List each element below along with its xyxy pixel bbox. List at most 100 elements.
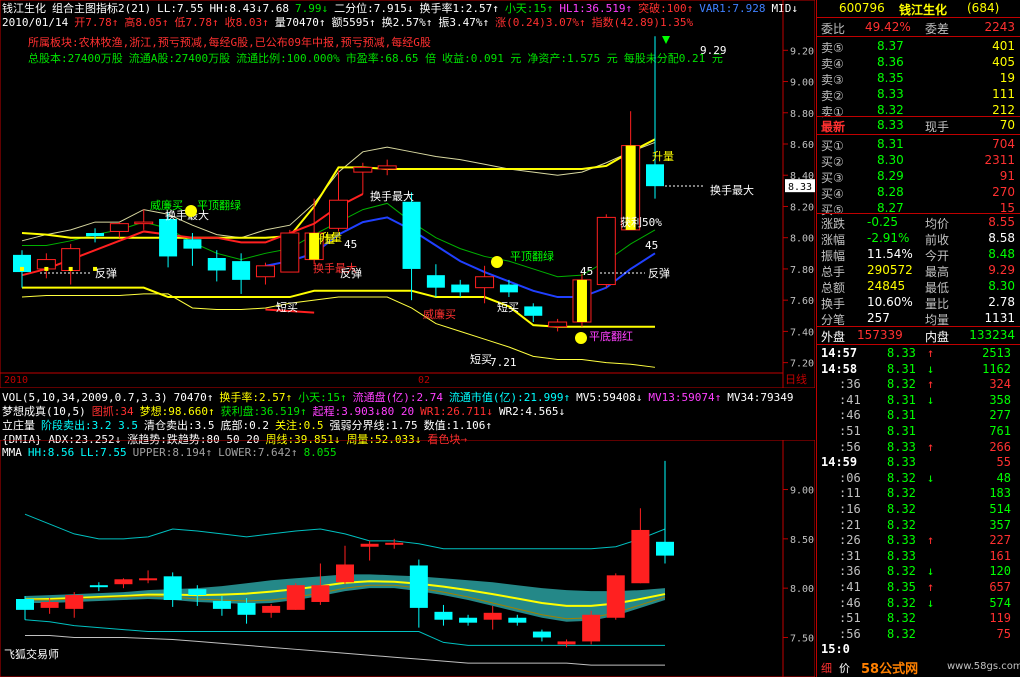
main-candlestick-chart[interactable]: 9.209.008.808.608.408.208.007.807.607.40…	[0, 0, 815, 388]
panel-row: 14:58 8.31 ↓ 1162	[817, 362, 1020, 377]
candle-body	[329, 199, 348, 229]
chart-annotation: 45	[645, 239, 658, 252]
tick-volume: 227	[989, 533, 1011, 548]
chart-annotation: 短买	[497, 300, 519, 314]
candle-body	[207, 258, 226, 271]
tick-price: 8.32	[887, 470, 916, 485]
panel-row: :51 8.31 761	[817, 424, 1020, 439]
candle-body	[159, 218, 178, 257]
ask-volume: 401	[992, 39, 1015, 53]
candle-body	[656, 541, 674, 556]
candle-body	[134, 221, 154, 225]
stat-value: 8.48	[988, 247, 1015, 261]
panel-row: 分笔 257 均量 1131	[817, 310, 1020, 327]
candle-body	[183, 239, 202, 249]
panel-row: 外盘 157339 内盘 133234	[817, 327, 1020, 344]
ask-price: 8.37	[877, 39, 904, 53]
bid-price: 8.29	[877, 169, 904, 183]
stat-value: 11.54%	[867, 247, 913, 261]
value: 49.42%	[865, 20, 911, 34]
candle-body	[524, 306, 543, 316]
panel-row: 15:0	[817, 642, 1020, 657]
y-tick-label: 7.80	[790, 265, 814, 276]
tick-volume: 55	[996, 455, 1011, 470]
candle-body	[255, 265, 275, 278]
lower-mma-chart[interactable]: 9.00 8.50 8.00 7.50	[0, 440, 815, 677]
tick-time: :46	[839, 595, 861, 610]
tick-arrow: ↓	[927, 470, 935, 485]
candle-body	[212, 600, 231, 609]
panel-row: :11 8.32 183	[817, 486, 1020, 501]
chart-annotation: 反弹	[648, 266, 670, 280]
candle-body	[557, 641, 576, 645]
tick-price: 8.31	[887, 392, 916, 407]
footer-mid: 价	[839, 662, 850, 675]
band-lower	[22, 286, 655, 328]
tick-time: :51	[839, 611, 861, 626]
panel-row: 买② 8.30 2311	[817, 152, 1020, 169]
candle-body	[311, 585, 330, 602]
candle-body	[631, 529, 650, 584]
tick-price: 8.35	[887, 580, 916, 594]
ask-volume: 19	[999, 71, 1015, 85]
footer-label: 飞狐交易师	[4, 648, 59, 661]
candle-body	[475, 276, 495, 289]
chart-annotation: 9.29	[700, 44, 727, 57]
chart-annotation: 升量	[652, 150, 674, 163]
panel-row: 委比 49.42% 委差 2243	[817, 19, 1020, 36]
label: 外盘	[821, 330, 846, 344]
tick-arrow: ↓	[927, 392, 935, 407]
tick-price: 8.32	[887, 377, 916, 392]
chart-annotation: 45	[580, 265, 593, 278]
stat-value: 24845	[867, 279, 906, 293]
tick-arrow: ↓	[927, 361, 935, 376]
stock-rank: (684)	[967, 1, 1000, 15]
stat-value: 10.60%	[867, 295, 913, 309]
label: 内盘	[925, 330, 950, 344]
chart-area[interactable]: 钱江生化 组合主图指标2(21) LL:7.55 HH:8.43↓7.68 7.99↓ 二…	[0, 0, 815, 677]
y-tick-label: 8.50	[790, 535, 814, 546]
smiley-icon	[185, 205, 197, 217]
tick-price: 8.32	[887, 502, 916, 516]
label: 最新	[821, 120, 846, 134]
chart-annotation: 换手最大	[370, 189, 414, 203]
candle-body	[582, 614, 601, 642]
panel-row: 买③ 8.29 91	[817, 168, 1020, 185]
panel-row: :41 8.31 ↓ 358	[817, 393, 1020, 408]
stat-value: 8.30	[988, 279, 1015, 293]
chart-annotation: 反弹	[95, 266, 117, 280]
stock-code: 600796	[839, 1, 885, 15]
tick-volume: 514	[989, 502, 1011, 516]
panel-row: 总额 24845 最低 8.30	[817, 278, 1020, 295]
x-label: 2010	[4, 375, 28, 386]
divider	[817, 36, 1020, 37]
candle-body	[451, 284, 470, 293]
chart-annotation: 短买	[276, 300, 298, 314]
candle-body	[286, 585, 305, 610]
header-field: MV5:59408↓	[576, 391, 643, 404]
tick-volume: 324	[989, 377, 1011, 392]
lower-frame	[0, 440, 815, 677]
chart-annotation: 升量	[320, 231, 342, 244]
tick-time: :06	[839, 470, 861, 485]
panel-row: 卖③ 8.35 19	[817, 70, 1020, 87]
candle-body	[89, 585, 108, 588]
panel-footer: 细价 58公式网 www.58gs.com	[817, 658, 1020, 677]
panel-row: 总手 290572 最高 9.29	[817, 262, 1020, 279]
mma-lowest	[25, 635, 665, 666]
candle-body	[385, 542, 404, 545]
tick-time: :31	[839, 548, 861, 563]
chart-annotation: 45	[344, 238, 357, 251]
stock-name: 钱江生化	[899, 3, 948, 17]
candle-body	[232, 261, 251, 280]
tick-time: 14:58	[821, 361, 858, 376]
y-tick-label: 8.60	[790, 140, 814, 151]
tick-volume: 161	[989, 548, 1011, 563]
stat-value: 9.29	[988, 263, 1015, 277]
panel-row: :16 8.32 514	[817, 502, 1020, 517]
mma-upper	[24, 513, 666, 550]
candle-body	[606, 575, 625, 618]
signal-dot	[68, 266, 73, 271]
candle-body	[40, 601, 59, 608]
y-tick-label: 7.60	[790, 296, 814, 307]
